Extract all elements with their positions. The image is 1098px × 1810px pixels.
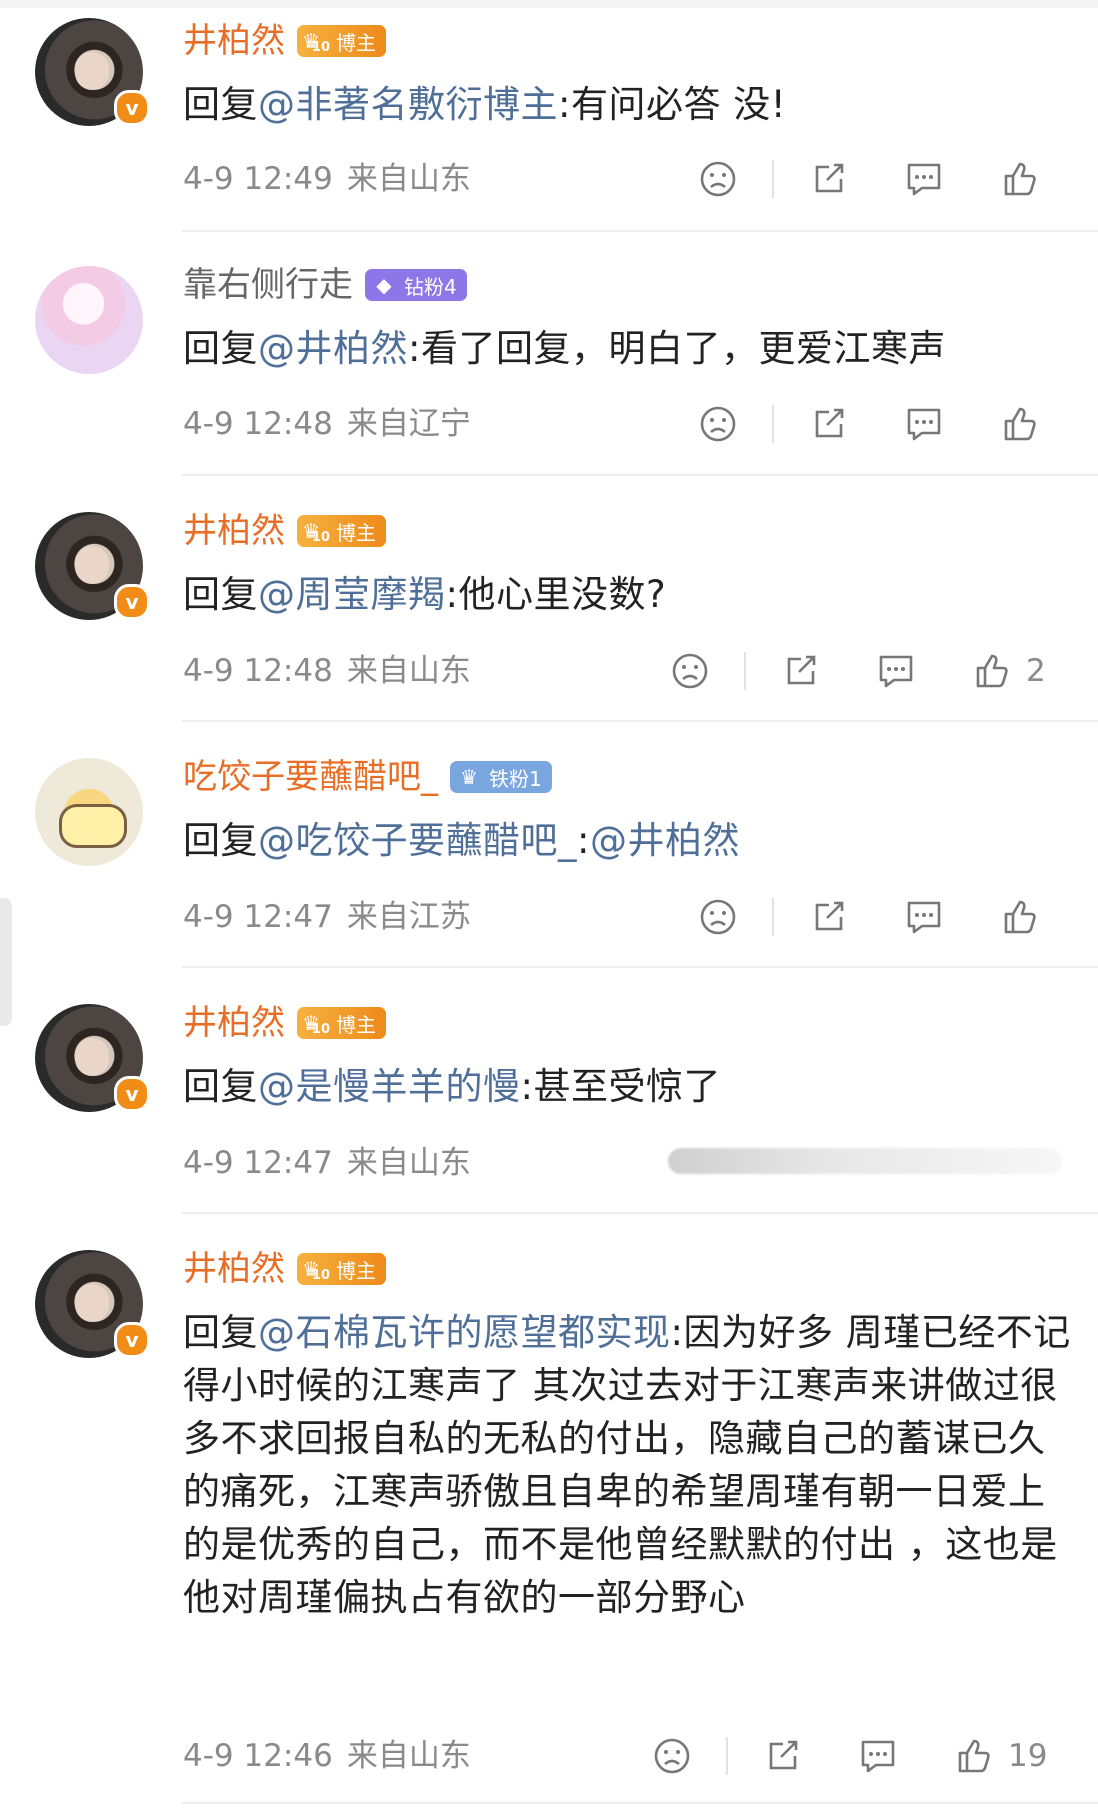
thumbs-up-icon[interactable] (996, 155, 1044, 203)
action-divider (772, 898, 774, 936)
crown-icon: ♛ 10 (301, 29, 331, 55)
action-divider (744, 652, 746, 690)
fan-badge[interactable]: ♛ 铁粉1 (450, 761, 552, 793)
comment-bubble-icon[interactable] (900, 893, 948, 941)
thumbs-up-icon[interactable] (996, 893, 1044, 941)
share-icon[interactable] (804, 400, 852, 448)
mention-link[interactable]: @周莹摩羯 (258, 573, 446, 616)
user-name[interactable]: 吃饺子要蘸醋吧_ (183, 756, 438, 798)
action-divider (726, 1737, 728, 1775)
comment-meta: 4-9 12:49 来自山东 (183, 159, 471, 199)
blogger-badge[interactable]: ♛ 10 博主 (297, 515, 386, 547)
verified-badge-icon: v (114, 1322, 150, 1358)
unhappy-face-icon[interactable] (694, 400, 742, 448)
comment-item: v 井柏然 ♛ 10 博主 回复@是慢羊羊的慢:甚至受惊了 4-9 12:47 来自… (0, 968, 1098, 1214)
comment-text: 回复@是慢羊羊的慢:甚至受惊了 (183, 1065, 721, 1108)
user-name[interactable]: 井柏然 (183, 20, 285, 62)
comment-meta: 4-9 12:48 来自辽宁 (183, 404, 471, 444)
action-divider (772, 405, 774, 443)
crown-icon: ♛ 10 (301, 519, 331, 545)
comment-text: 回复@吃饺子要蘸醋吧_:@井柏然 (183, 819, 740, 862)
verified-badge-icon: v (114, 90, 150, 126)
mention-link[interactable]: @井柏然 (590, 819, 740, 862)
unhappy-face-icon[interactable] (666, 647, 714, 695)
comment-text: 回复@石棉瓦许的愿望都实现:因为好多 周瑾已经不记得小时候的江寒声了 其次过去对… (183, 1311, 1071, 1619)
timestamp: 4-9 12:46 (183, 1738, 333, 1774)
verified-badge-icon: v (114, 584, 150, 620)
location: 来自辽宁 (346, 406, 471, 442)
thumbs-up-icon[interactable] (950, 1732, 998, 1780)
action-divider (772, 160, 774, 198)
location: 来自山东 (346, 1145, 471, 1181)
mention-link[interactable]: @非著名敷衍博主 (258, 83, 558, 126)
comment-item: 吃饺子要蘸醋吧_ ♛ 铁粉1 回复@吃饺子要蘸醋吧_:@井柏然 4-9 12:47… (0, 722, 1098, 968)
comment-bubble-icon[interactable] (872, 647, 920, 695)
avatar[interactable] (35, 758, 143, 866)
comment-meta: 4-9 12:47 来自山东 (183, 1143, 471, 1183)
comment-meta: 4-9 12:48 来自山东 (183, 651, 471, 691)
user-name[interactable]: 井柏然 (183, 510, 285, 552)
comment-text: 回复@井柏然:看了回复，明白了，更爱江寒声 (183, 327, 946, 370)
share-icon[interactable] (804, 155, 852, 203)
comment-text: 回复@非著名敷衍博主:有问必答 没! (183, 83, 787, 126)
location: 来自山东 (346, 653, 471, 689)
timestamp: 4-9 12:47 (183, 899, 333, 935)
like-count: 19 (1008, 1738, 1048, 1774)
comment-meta: 4-9 12:46 来自山东 (183, 1736, 471, 1776)
mention-link[interactable]: @是慢羊羊的慢 (258, 1065, 521, 1108)
fan-badge[interactable]: ◆ 钻粉4 (365, 269, 467, 301)
location: 来自山东 (346, 161, 471, 197)
mention-link[interactable]: @吃饺子要蘸醋吧_ (258, 819, 577, 862)
thumbs-up-icon[interactable] (968, 647, 1016, 695)
mention-link[interactable]: @井柏然 (258, 327, 408, 370)
crown-icon: ♛ 10 (301, 1257, 331, 1283)
timestamp: 4-9 12:48 (183, 653, 333, 689)
comment-item: 靠右侧行走 ◆ 钻粉4 回复@井柏然:看了回复，明白了，更爱江寒声 4-9 12:… (0, 232, 1098, 476)
timestamp: 4-9 12:47 (183, 1145, 333, 1181)
diamond-icon: ◆ (376, 273, 392, 297)
blogger-badge[interactable]: ♛ 10 博主 (297, 1007, 386, 1039)
share-icon[interactable] (776, 647, 824, 695)
comment-item: v 井柏然 ♛ 10 博主 回复@非著名敷衍博主:有问必答 没! 4-9 12:49… (0, 0, 1098, 232)
share-icon[interactable] (758, 1732, 806, 1780)
comment-bubble-icon[interactable] (854, 1732, 902, 1780)
location: 来自山东 (346, 1738, 471, 1774)
blogger-badge[interactable]: ♛ 10 博主 (297, 1253, 386, 1285)
comment-bubble-icon[interactable] (900, 155, 948, 203)
timestamp: 4-9 12:48 (183, 406, 333, 442)
crown-icon: ♛ 10 (301, 1011, 331, 1037)
user-name[interactable]: 井柏然 (183, 1248, 285, 1290)
timestamp: 4-9 12:49 (183, 161, 333, 197)
comment-item: v 井柏然 ♛ 10 博主 回复@石棉瓦许的愿望都实现:因为好多 周瑾已经不记得小时… (0, 1214, 1098, 1810)
avatar[interactable] (35, 266, 143, 374)
comment-item: v 井柏然 ♛ 10 博主 回复@周莹摩羯:他心里没数? 4-9 12:48 来自山… (0, 476, 1098, 722)
like-count: 2 (1026, 653, 1046, 689)
user-name[interactable]: 靠右侧行走 (183, 264, 353, 306)
unhappy-face-icon[interactable] (694, 155, 742, 203)
comment-meta: 4-9 12:47 来自江苏 (183, 897, 471, 937)
comment-text: 回复@周莹摩羯:他心里没数? (183, 573, 667, 616)
location: 来自江苏 (346, 899, 471, 935)
comment-bubble-icon[interactable] (900, 400, 948, 448)
unhappy-face-icon[interactable] (694, 893, 742, 941)
share-icon[interactable] (804, 893, 852, 941)
loading-placeholder (668, 1148, 1062, 1174)
unhappy-face-icon[interactable] (648, 1732, 696, 1780)
crown-icon: ♛ (460, 765, 478, 789)
blogger-badge[interactable]: ♛ 10 博主 (297, 25, 386, 57)
user-name[interactable]: 井柏然 (183, 1002, 285, 1044)
mention-link[interactable]: @石棉瓦许的愿望都实现 (258, 1311, 671, 1354)
thumbs-up-icon[interactable] (996, 400, 1044, 448)
verified-badge-icon: v (114, 1076, 150, 1112)
